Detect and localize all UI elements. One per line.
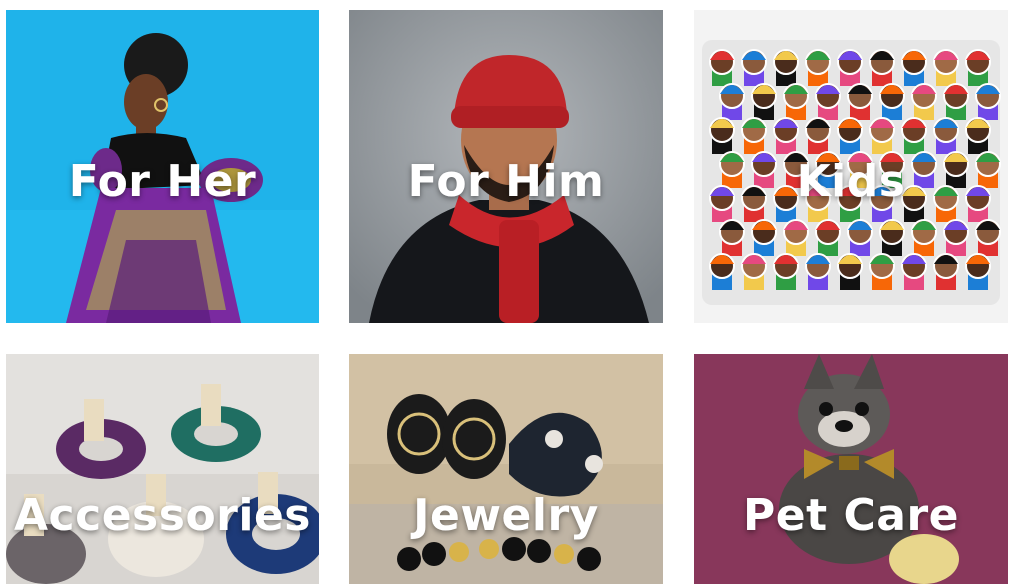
category-tile-for-her[interactable]: For Her <box>6 10 319 323</box>
category-tile-pet-care[interactable]: Pet Care <box>694 354 1008 584</box>
category-label: Jewelry <box>413 490 599 541</box>
category-label: For Her <box>68 156 257 207</box>
category-label: Pet Care <box>743 490 959 541</box>
category-tile-kids[interactable]: Kids <box>694 10 1008 323</box>
category-label: Accessories <box>14 490 311 541</box>
category-label: Kids <box>796 156 906 207</box>
pet-care-image <box>694 354 1008 584</box>
category-tile-jewelry[interactable]: Jewelry <box>349 354 663 584</box>
category-tile-for-him[interactable]: For Him <box>349 10 663 323</box>
accessories-image <box>6 354 319 584</box>
category-tile-accessories[interactable]: Accessories <box>6 354 319 584</box>
category-label: For Him <box>407 156 605 207</box>
jewelry-image <box>349 354 663 584</box>
